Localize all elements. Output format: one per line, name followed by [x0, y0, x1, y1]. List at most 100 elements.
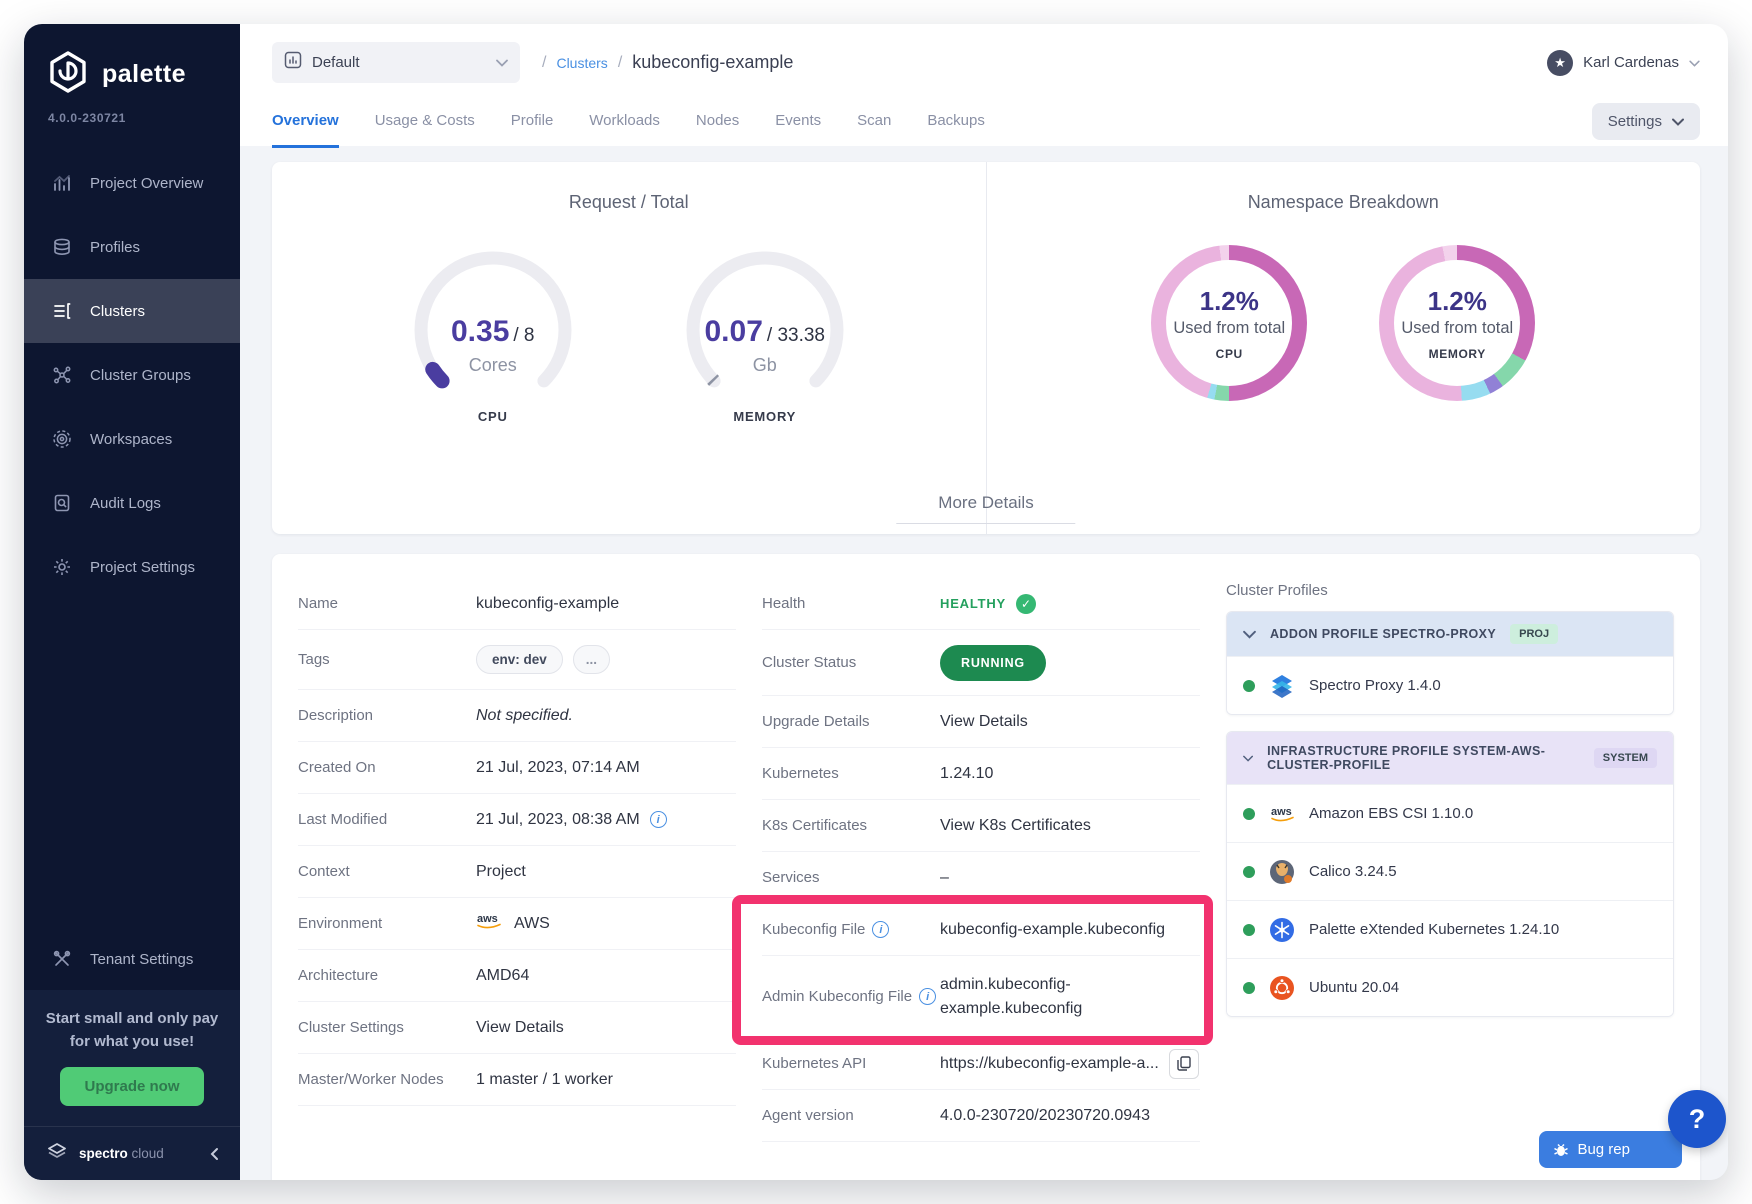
cluster-details-card: Name kubeconfig-example Tags env: dev ..…	[272, 554, 1700, 1180]
addon-profile-header[interactable]: ADDON PROFILE SPECTRO-PROXY PROJ	[1227, 612, 1673, 656]
palette-logo-icon	[46, 50, 90, 99]
tab-profile[interactable]: Profile	[511, 112, 554, 148]
user-menu[interactable]: Karl Cardenas	[1583, 54, 1679, 71]
breadcrumb-current: kubeconfig-example	[632, 52, 793, 73]
status-dot	[1243, 982, 1255, 994]
layers-stack-icon	[51, 236, 73, 258]
settings-button[interactable]: Settings	[1592, 103, 1700, 140]
cpu-donut-chart: 1.2% Used from total CPU	[1151, 245, 1307, 401]
app-version: 4.0.0-230721	[24, 107, 240, 125]
detail-row-context: Context Project	[298, 846, 736, 898]
sidebar-item-clusters[interactable]: Clusters	[24, 279, 240, 343]
tab-scan[interactable]: Scan	[857, 112, 891, 148]
sidebar-nav: Project Overview Profiles Clusters Clust…	[24, 151, 240, 599]
admin-kubeconfig-file-link[interactable]: admin.kubeconfig-example.kubeconfig	[940, 973, 1152, 1019]
sidebar-item-workspaces[interactable]: Workspaces	[24, 407, 240, 471]
profile-pack-ubuntu[interactable]: Ubuntu 20.04	[1227, 958, 1673, 1016]
sidebar-spacer	[24, 599, 240, 928]
info-icon[interactable]: i	[872, 921, 889, 938]
profile-pack-amazon-ebs-csi[interactable]: aws Amazon EBS CSI 1.10.0	[1227, 784, 1673, 842]
bug-report-button[interactable]: Bug rep	[1539, 1131, 1682, 1168]
sidebar-item-project-settings[interactable]: Project Settings	[24, 535, 240, 599]
infrastructure-profile-header[interactable]: INFRASTRUCTURE PROFILE SYSTEM-AWS-CLUSTE…	[1227, 732, 1673, 784]
brand-logo: palette	[24, 24, 240, 107]
project-selector[interactable]: Default	[272, 42, 520, 83]
proj-badge: PROJ	[1510, 624, 1558, 644]
svg-text:aws: aws	[1271, 806, 1292, 818]
profile-pack-calico[interactable]: Calico 3.24.5	[1227, 842, 1673, 900]
page-content: Request / Total 0.35/ 8 Cores CPU	[240, 146, 1728, 1180]
more-details-button[interactable]: More Details	[896, 493, 1075, 524]
kubernetes-icon	[1268, 916, 1296, 944]
request-total-title: Request / Total	[569, 192, 689, 213]
main-area: Default / Clusters / kubeconfig-example …	[240, 24, 1728, 1180]
detail-row-admin-kubeconfig-file: Admin Kubeconfig Filei admin.kubeconfig-…	[762, 956, 1200, 1038]
system-badge: SYSTEM	[1594, 748, 1657, 768]
help-button[interactable]: ?	[1668, 1090, 1726, 1148]
info-icon[interactable]: i	[919, 988, 936, 1005]
tag-chip[interactable]: env: dev	[476, 645, 563, 674]
check-circle-icon: ✓	[1016, 594, 1036, 614]
tab-nodes[interactable]: Nodes	[696, 112, 739, 148]
sidebar-item-profiles[interactable]: Profiles	[24, 215, 240, 279]
detail-row-kubernetes: Kubernetes 1.24.10	[762, 748, 1200, 800]
upgrade-promo: Start small and only payfor what you use…	[24, 990, 240, 1126]
sidebar-item-cluster-groups[interactable]: Cluster Groups	[24, 343, 240, 407]
tab-overview[interactable]: Overview	[272, 112, 339, 148]
aws-logo-icon: aws	[476, 911, 504, 936]
chevron-down-icon	[496, 54, 508, 72]
kubeconfig-file-link[interactable]: kubeconfig-example.kubeconfig	[940, 921, 1165, 939]
info-icon[interactable]: i	[650, 811, 667, 828]
breadcrumb: / Clusters / kubeconfig-example	[542, 52, 793, 73]
ubuntu-icon	[1268, 974, 1296, 1002]
cluster-profiles-title: Cluster Profiles	[1226, 582, 1674, 599]
namespace-breakdown-panel: Namespace Breakdown 1.2% Used from total…	[987, 162, 1701, 534]
spectro-cloud-logo-icon	[44, 1140, 70, 1167]
tag-overflow-chip[interactable]: ...	[573, 645, 610, 674]
upgrade-now-button[interactable]: Upgrade now	[60, 1067, 203, 1106]
upgrade-view-details-link[interactable]: View Details	[940, 713, 1028, 731]
sidebar: palette 4.0.0-230721 Project Overview Pr…	[24, 24, 240, 1180]
profile-pack-spectro-proxy[interactable]: Spectro Proxy 1.4.0	[1227, 656, 1673, 714]
document-search-icon	[51, 492, 73, 514]
cluster-tabs: Overview Usage & Costs Profile Workloads…	[272, 112, 985, 148]
detail-row-health: Health HEALTHY✓	[762, 578, 1200, 630]
detail-row-nodes: Master/Worker Nodes 1 master / 1 worker	[298, 1054, 736, 1106]
profile-pack-palette-extended-kubernetes[interactable]: Palette eXtended Kubernetes 1.24.10	[1227, 900, 1673, 958]
namespace-breakdown-title: Namespace Breakdown	[1248, 192, 1439, 213]
copy-button[interactable]	[1169, 1049, 1199, 1079]
detail-row-kubernetes-api: Kubernetes API https://kubeconfig-exampl…	[762, 1038, 1200, 1090]
detail-row-agent-version: Agent version 4.0.0-230720/20230720.0943	[762, 1090, 1200, 1142]
memory-donut-chart: 1.2% Used from total MEMORY	[1379, 245, 1535, 401]
detail-row-last-modified: Last Modified 21 Jul, 2023, 08:38 AMi	[298, 794, 736, 846]
cpu-gauge-chart: 0.35/ 8 Cores CPU	[393, 237, 593, 453]
copy-icon	[1177, 1056, 1191, 1071]
status-dot	[1243, 808, 1255, 820]
chevron-down-icon[interactable]	[1689, 54, 1700, 72]
detail-row-cluster-status: Cluster Status RUNNING	[762, 630, 1200, 696]
sidebar-item-tenant-settings[interactable]: Tenant Settings	[24, 928, 240, 990]
status-star-icon[interactable]: ★	[1547, 50, 1573, 76]
status-dot	[1243, 924, 1255, 936]
tab-events[interactable]: Events	[775, 112, 821, 148]
aws-logo-icon: aws	[1268, 800, 1296, 828]
view-details-link[interactable]: View Details	[476, 1019, 564, 1037]
tab-backups[interactable]: Backups	[927, 112, 985, 148]
infrastructure-profile-group: INFRASTRUCTURE PROFILE SYSTEM-AWS-CLUSTE…	[1226, 731, 1674, 1017]
promo-text: Start small and only payfor what you use…	[40, 1008, 224, 1053]
detail-row-description: Description Not specified.	[298, 690, 736, 742]
breadcrumb-clusters-link[interactable]: Clusters	[556, 55, 607, 71]
footer-brand: spectro cloud	[79, 1146, 164, 1161]
view-k8s-certificates-link[interactable]: View K8s Certificates	[940, 817, 1091, 835]
collapse-sidebar-icon[interactable]	[208, 1147, 222, 1161]
chevron-down-icon	[1672, 118, 1684, 126]
tab-usage-costs[interactable]: Usage & Costs	[375, 112, 475, 148]
tab-workloads[interactable]: Workloads	[589, 112, 660, 148]
gear-icon	[51, 556, 73, 578]
sidebar-item-audit-logs[interactable]: Audit Logs	[24, 471, 240, 535]
detail-row-environment: Environment aws AWS	[298, 898, 736, 950]
chevron-down-icon	[1243, 630, 1256, 639]
network-nodes-icon	[51, 364, 73, 386]
sidebar-item-project-overview[interactable]: Project Overview	[24, 151, 240, 215]
brand-name: palette	[102, 60, 186, 89]
